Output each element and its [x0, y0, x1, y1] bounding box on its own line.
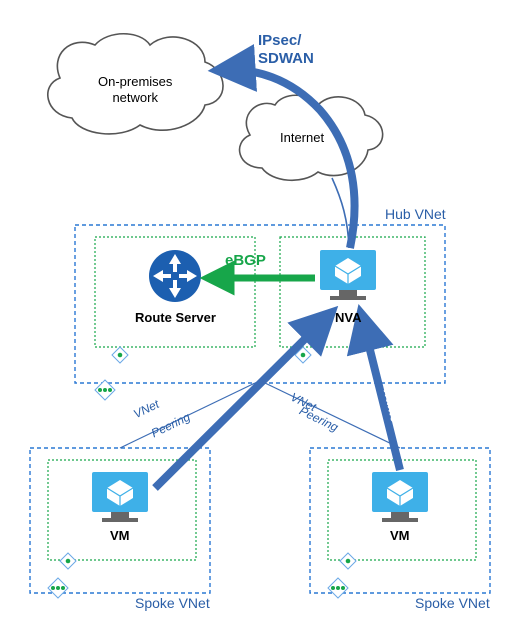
ebgp-label: eBGP — [225, 252, 266, 270]
hub-vnet-label: Hub VNet — [385, 206, 446, 223]
route-server-label: Route Server — [135, 310, 216, 326]
hub-vnet-box — [75, 225, 445, 383]
ipsec-label: IPsec/ SDWAN — [258, 32, 314, 68]
peering-multi-icon — [48, 578, 68, 598]
spoke-right-label: Spoke VNet — [415, 595, 490, 612]
peering-glyph-icon — [60, 553, 76, 569]
spoke-left-label: Spoke VNet — [135, 595, 210, 612]
vm-left-icon — [92, 472, 148, 522]
diagram-canvas — [0, 0, 507, 618]
vm-right-label: VM — [390, 528, 410, 544]
vm-left-label: VM — [110, 528, 130, 544]
peering-glyph-icon — [340, 553, 356, 569]
vm-right-icon — [372, 472, 428, 522]
internet-label: Internet — [280, 130, 324, 146]
nva-vm-icon — [320, 250, 376, 300]
nva-label: NVA — [335, 310, 361, 326]
peering-glyph-icon — [112, 347, 128, 363]
onprem-label: On-premises network — [98, 74, 172, 105]
route-server-icon — [149, 250, 201, 302]
peering-multi-icon — [328, 578, 348, 598]
